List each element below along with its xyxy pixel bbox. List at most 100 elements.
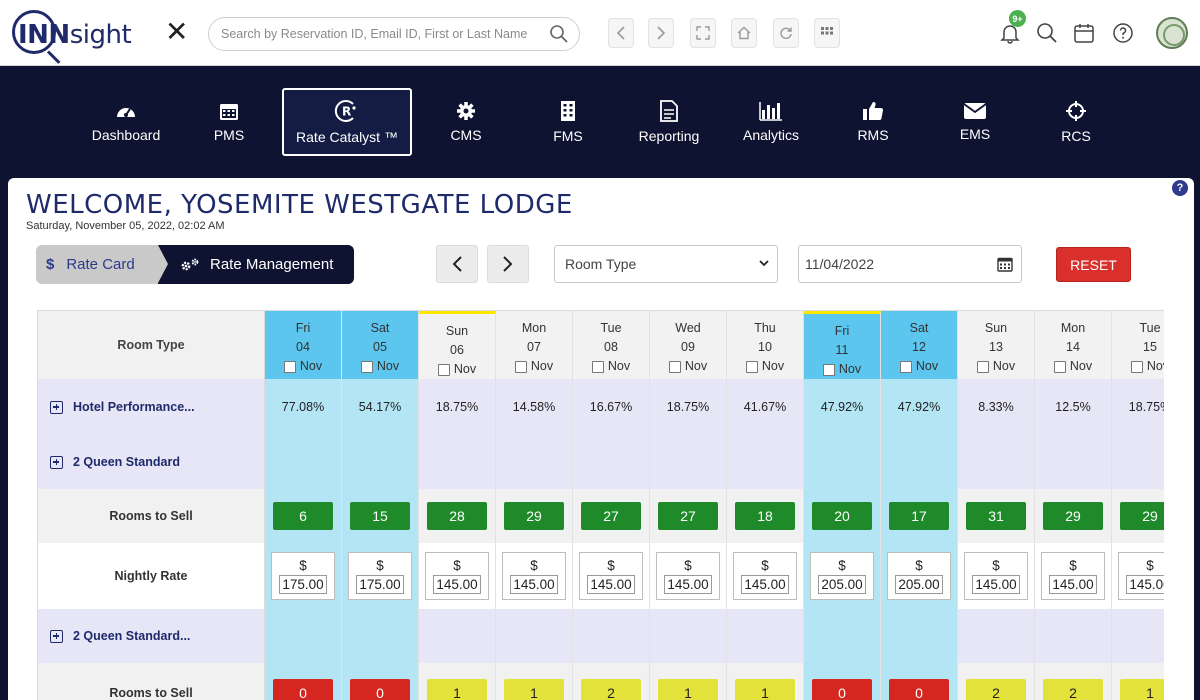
nightly-rate-input[interactable]: $145.00 (502, 552, 566, 600)
row-label: Nightly Rate (38, 543, 265, 609)
day-number: 10 (758, 340, 772, 354)
grid-cell (804, 609, 881, 663)
search-input[interactable] (221, 18, 551, 50)
row-label[interactable]: Hotel Performance... (38, 379, 265, 435)
day-checkbox[interactable] (1130, 360, 1143, 373)
day-header: Fri 04 Nov (265, 311, 342, 379)
day-number: 13 (989, 340, 1003, 354)
nightly-rate-input[interactable]: $145.00 (425, 552, 489, 600)
bell-icon[interactable]: 9+ (997, 10, 1026, 46)
prev-week-button[interactable] (436, 245, 478, 283)
grid-cell (958, 435, 1035, 489)
day-header: Fri 11 Nov (804, 311, 881, 379)
day-checkbox[interactable] (283, 360, 296, 373)
expand-plus-icon[interactable] (50, 629, 63, 643)
nightly-rate-input[interactable]: $145.00 (656, 552, 720, 600)
nightly-rate-input[interactable]: $145.00 (1118, 552, 1164, 600)
calendar-picker-icon[interactable] (997, 256, 1013, 272)
innsight-logo[interactable]: INNsight (12, 6, 142, 64)
grid-row-header: Room Type Fri 04 Nov Sat 05 Nov Sun 06 Nov Mon 07 No… (38, 311, 1164, 379)
day-header: Wed 09 Nov (650, 311, 727, 379)
notification-badge: 9+ (1009, 10, 1026, 27)
day-number: 04 (296, 340, 310, 354)
day-checkbox[interactable] (360, 360, 373, 373)
day-checkbox[interactable] (976, 360, 989, 373)
occupancy-value: 18.75% (1112, 379, 1164, 435)
nightly-rate-input[interactable]: $175.00 (271, 552, 335, 600)
grid-cell: $145.00 (573, 543, 650, 609)
help-circle-icon[interactable] (1110, 20, 1136, 46)
day-number: 08 (604, 340, 618, 354)
grid-cell (650, 609, 727, 663)
rate-catalyst-icon: R (334, 100, 356, 122)
grid-cell: $145.00 (727, 543, 804, 609)
grid-cell (1112, 435, 1164, 489)
home-icon[interactable] (731, 18, 757, 48)
breadcrumb-rate-card[interactable]: $ Rate Card (36, 245, 168, 284)
nav-rate-catalyst[interactable]: R Rate Catalyst ™ (282, 88, 412, 156)
day-checkbox[interactable] (899, 360, 912, 373)
start-date-input[interactable]: 11/04/2022 (798, 245, 1022, 283)
row-label[interactable]: 2 Queen Standard... (38, 609, 265, 663)
grid-cell (496, 609, 573, 663)
day-month: Nov (976, 357, 1015, 376)
rooms-to-sell-badge: 1 (504, 679, 564, 700)
refresh-icon[interactable] (773, 18, 799, 48)
close-icon[interactable]: ✕ (165, 18, 188, 46)
forward-arrow-icon[interactable] (648, 18, 674, 48)
expand-plus-icon[interactable] (50, 455, 63, 469)
search-icon[interactable] (549, 24, 569, 44)
search-icon-top[interactable] (1034, 20, 1060, 46)
help-icon[interactable]: ? (1172, 180, 1188, 196)
month-label: Nov (1069, 359, 1093, 373)
room-type-select[interactable]: Room Type (554, 245, 778, 283)
nav-pms[interactable]: PMS (169, 88, 289, 156)
grid-cell: $205.00 (881, 543, 958, 609)
occupancy-value: 77.08% (265, 379, 342, 435)
calendar-icon-top[interactable] (1071, 20, 1097, 46)
fullscreen-icon[interactable] (690, 18, 716, 48)
month-label: Nov (453, 362, 477, 376)
day-checkbox[interactable] (822, 363, 835, 376)
avatar[interactable] (1156, 17, 1188, 49)
logo-text-bold: INN (18, 20, 70, 50)
grid-cell: 27 (573, 489, 650, 543)
occupancy-value: 54.17% (342, 379, 419, 435)
currency-symbol: $ (453, 558, 461, 573)
back-arrow-icon[interactable] (608, 18, 634, 48)
day-checkbox[interactable] (437, 363, 450, 376)
nav-dashboard[interactable]: Dashboard (66, 88, 186, 156)
reset-button[interactable]: RESET (1056, 247, 1131, 282)
day-checkbox[interactable] (1053, 360, 1066, 373)
apps-grid-icon[interactable] (814, 18, 840, 48)
nightly-rate-input[interactable]: $145.00 (1041, 552, 1105, 600)
occupancy-value: 18.75% (650, 379, 727, 435)
nightly-rate-input[interactable]: $145.00 (579, 552, 643, 600)
currency-symbol: $ (915, 558, 923, 573)
row-label[interactable]: 2 Queen Standard (38, 435, 265, 489)
day-checkbox[interactable] (514, 360, 527, 373)
expand-plus-icon[interactable] (50, 400, 63, 414)
month-label: Nov (1146, 359, 1164, 373)
breadcrumb-rate-management[interactable]: Rate Management (158, 245, 354, 284)
day-checkbox[interactable] (745, 360, 758, 373)
nightly-rate-input[interactable]: $145.00 (964, 552, 1028, 600)
month-label: Nov (530, 359, 554, 373)
nightly-rate-input[interactable]: $145.00 (733, 552, 797, 600)
rooms-to-sell-badge: 17 (889, 502, 949, 530)
nightly-rate-input[interactable]: $205.00 (887, 552, 951, 600)
currency-symbol: $ (761, 558, 769, 573)
grid-cell: 18 (727, 489, 804, 543)
currency-symbol: $ (992, 558, 1000, 573)
nav-rcs[interactable]: RCS (1016, 88, 1136, 156)
nightly-rate-input[interactable]: $205.00 (810, 552, 874, 600)
next-week-button[interactable] (487, 245, 529, 283)
day-checkbox[interactable] (591, 360, 604, 373)
rooms-to-sell-badge: 31 (966, 502, 1026, 530)
nav-label: EMS (959, 126, 991, 142)
grid-row-g2label: 2 Queen Standard... (38, 609, 1164, 663)
nightly-rate-input[interactable]: $175.00 (348, 552, 412, 600)
rooms-to-sell-badge: 29 (1120, 502, 1164, 530)
dollar-icon: $ (46, 256, 55, 273)
day-checkbox[interactable] (668, 360, 681, 373)
